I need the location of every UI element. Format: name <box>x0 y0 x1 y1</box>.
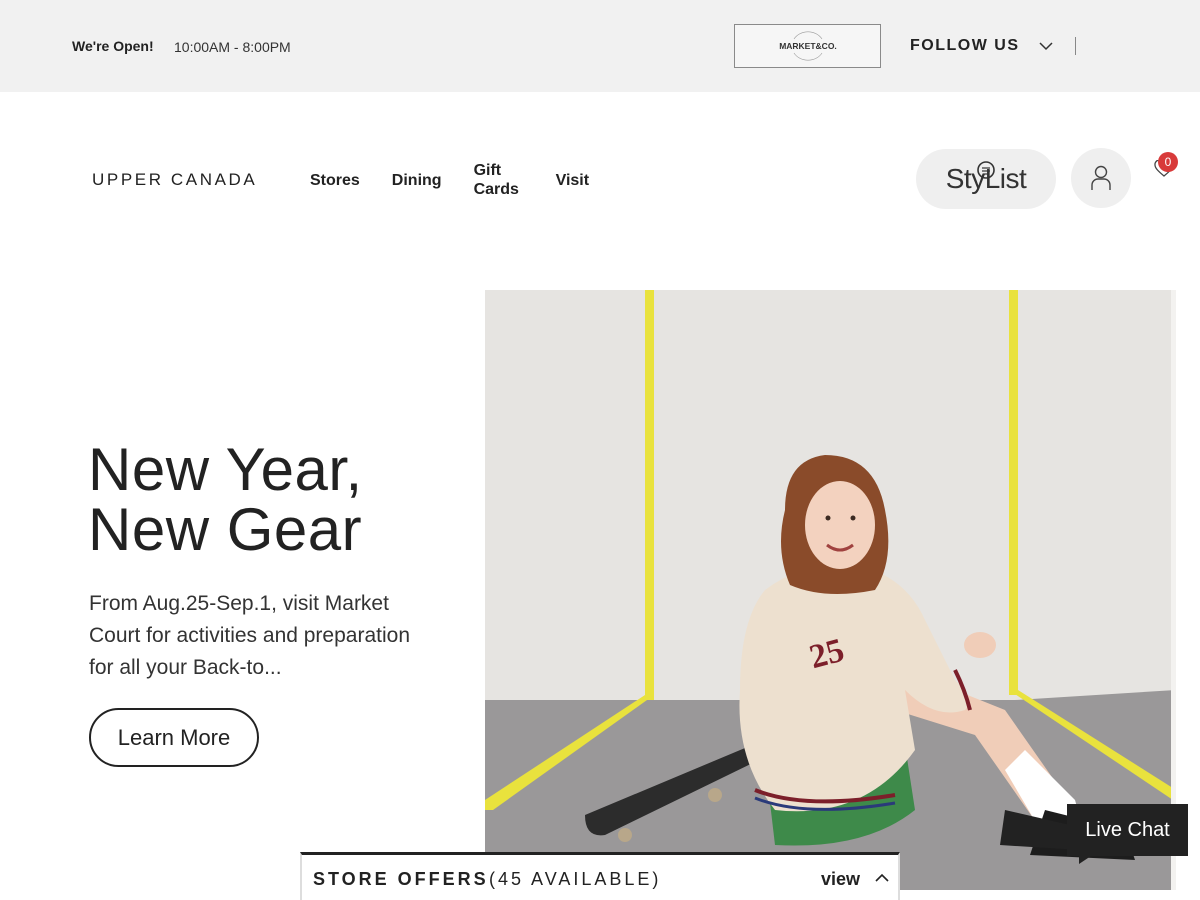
user-icon <box>1091 165 1111 190</box>
lightbulb-icon <box>977 161 995 179</box>
chevron-down-icon <box>1039 42 1054 51</box>
view-offers-link[interactable]: view <box>821 869 860 890</box>
market-co-logo-text: MARKET&CO. <box>779 41 837 51</box>
open-status-label: We're Open! <box>72 38 154 54</box>
hero-title: New Year, New Gear <box>88 436 363 563</box>
main-nav: Stores Dining Gift Cards Visit <box>310 150 621 210</box>
divider <box>1075 37 1076 55</box>
site-logo[interactable]: UPPER CANADA <box>92 170 257 190</box>
store-offers-label: STORE OFFERS <box>313 869 489 889</box>
store-offers-count: (45 AVAILABLE) <box>489 869 662 889</box>
follow-us-label: FOLLOW US <box>910 37 1020 54</box>
hero-illustration: 25 <box>485 290 1176 890</box>
nav-item-gift-cards[interactable]: Gift Cards <box>474 161 524 199</box>
follow-us-dropdown[interactable]: FOLLOW US <box>910 37 1054 55</box>
opening-hours: 10:00AM - 8:00PM <box>174 39 291 55</box>
stylist-button[interactable]: StyList <box>916 149 1056 209</box>
live-chat-button[interactable]: Live Chat <box>1067 804 1188 856</box>
wishlist-count-badge: 0 <box>1158 152 1178 172</box>
market-co-logo-mark: MARKET&CO. <box>779 31 837 61</box>
chat-bubble-tail <box>1079 852 1097 864</box>
account-button[interactable] <box>1071 148 1131 208</box>
market-co-logo[interactable]: MARKET&CO. <box>734 24 881 68</box>
store-offers-bar[interactable]: STORE OFFERS (45 AVAILABLE) view <box>300 852 900 900</box>
nav-item-stores[interactable]: Stores <box>310 171 360 190</box>
nav-item-dining[interactable]: Dining <box>392 171 442 190</box>
learn-more-button[interactable]: Learn More <box>89 708 259 767</box>
hero-description: From Aug.25-Sep.1, visit Market Court fo… <box>89 592 410 679</box>
hero-image: 25 <box>485 290 1176 890</box>
utility-bar: We're Open! 10:00AM - 8:00PM MARKET&CO. … <box>0 0 1200 92</box>
wishlist-button[interactable]: 0 <box>1146 148 1190 192</box>
chevron-up-icon[interactable] <box>875 873 889 882</box>
nav-item-visit[interactable]: Visit <box>556 171 590 190</box>
